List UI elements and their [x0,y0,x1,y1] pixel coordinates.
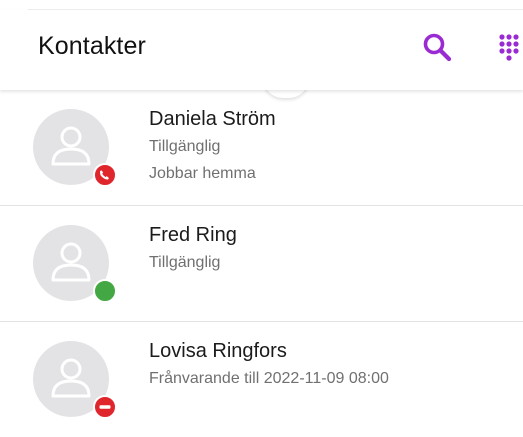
contact-row[interactable]: Lovisa Ringfors Frånvarande till 2022-11… [0,321,523,437]
contact-name: Daniela Ström [149,108,276,130]
avatar [33,109,117,187]
contact-row[interactable]: Daniela Ström Tillgänglig Jobbar hemma [0,90,523,205]
contact-name: Fred Ring [149,224,237,246]
search-icon [423,33,452,62]
phone-busy-icon [99,170,109,180]
dialpad-icon [499,34,519,61]
contact-row[interactable]: Fred Ring Tillgänglig [0,205,523,321]
search-button[interactable] [420,30,456,66]
contact-list: Daniela Ström Tillgänglig Jobbar hemma F… [0,90,523,437]
contact-note: Jobbar hemma [149,165,256,182]
contact-status: Tillgänglig [149,254,221,271]
avatar [33,225,117,303]
contact-status: Tillgänglig [149,138,221,155]
contact-name: Lovisa Ringfors [149,340,287,362]
page-title: Kontakter [38,32,146,60]
contact-status: Frånvarande till 2022-11-09 08:00 [149,370,389,387]
do-not-disturb-icon [99,405,111,409]
presence-badge [93,163,117,187]
app-header: Kontakter [0,10,523,90]
avatar [33,341,117,419]
presence-badge [93,395,117,419]
dialpad-button[interactable] [493,32,523,64]
presence-badge [93,279,117,303]
